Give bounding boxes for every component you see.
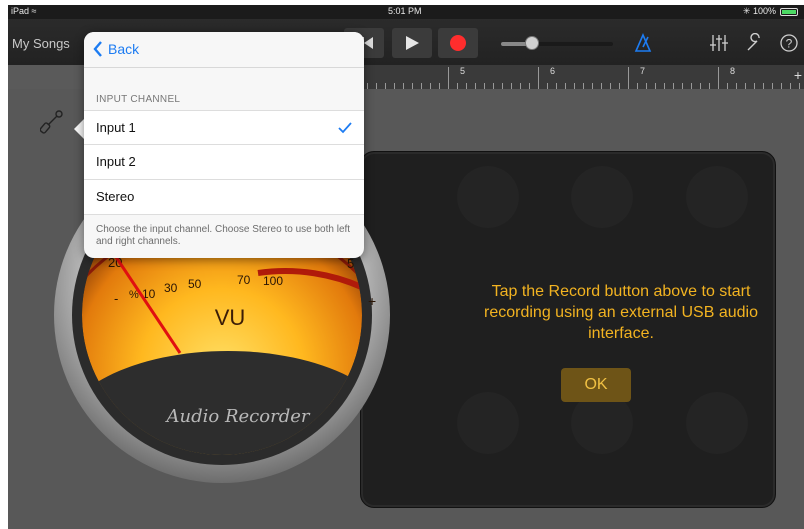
- help-button[interactable]: ?: [776, 31, 802, 55]
- ruler-tick: [448, 67, 449, 89]
- status-device: iPad ≈: [11, 6, 37, 16]
- metronome-icon: [634, 33, 652, 52]
- volume-slider[interactable]: [501, 36, 613, 50]
- panel-pad: [457, 166, 519, 228]
- battery-fill: [782, 10, 796, 14]
- play-button[interactable]: [392, 28, 432, 58]
- ipad-screen: iPad ≈ 5:01 PM ✳ 100% My Songs ? 5 6 7 8…: [8, 5, 804, 529]
- my-songs-button[interactable]: My Songs: [12, 36, 70, 51]
- chevron-left-icon: [93, 41, 102, 57]
- volume-knob[interactable]: [525, 36, 540, 50]
- meter-scale-label: 30: [164, 281, 178, 295]
- guitar-cable-icon: [39, 110, 63, 134]
- meter-scale-label: 70: [237, 273, 251, 287]
- ruler-tick: [718, 67, 719, 89]
- option-stereo[interactable]: Stereo: [84, 180, 364, 215]
- status-bar: iPad ≈ 5:01 PM ✳ 100%: [8, 5, 804, 19]
- back-label: Back: [108, 41, 140, 57]
- wrench-icon: [747, 33, 760, 51]
- record-icon: [450, 35, 466, 51]
- input-settings-button[interactable]: [39, 109, 64, 140]
- meter-scale-label: 50: [188, 277, 202, 291]
- panel-pad: [571, 166, 633, 228]
- panel-pad: [686, 392, 748, 454]
- settings-button[interactable]: [742, 31, 768, 55]
- meter-scale-label: 100: [263, 274, 283, 288]
- timeline-ruler[interactable]: 4 5 6 7 8 +: [354, 65, 804, 90]
- record-instructions: Tap the Record button above to start rec…: [484, 283, 758, 342]
- option-label: Input 1: [96, 120, 136, 135]
- option-input-1[interactable]: Input 1: [84, 110, 364, 145]
- ruler-bar-number: 7: [640, 66, 646, 76]
- screenshot-frame: iPad ≈ 5:01 PM ✳ 100% My Songs ? 5 6 7 8…: [0, 0, 804, 529]
- ok-button[interactable]: OK: [561, 368, 631, 402]
- panel-pad: [686, 166, 748, 228]
- svg-text:?: ?: [786, 37, 793, 51]
- meter-vu-label: VU: [215, 305, 246, 330]
- status-battery-text: ✳ 100%: [742, 6, 776, 16]
- popover-arrow: [74, 119, 84, 139]
- popover-footer: Choose the input channel. Choose Stereo …: [96, 224, 351, 247]
- meter-top-label-right: 5: [347, 256, 354, 271]
- battery-icon: [780, 8, 798, 16]
- wifi-icon: ≈: [31, 6, 37, 16]
- option-input-2[interactable]: Input 2: [84, 145, 364, 180]
- ruler-bar-number: 8: [730, 66, 736, 76]
- add-section-button[interactable]: +: [794, 67, 802, 83]
- status-time: 5:01 PM: [388, 6, 422, 16]
- input-channel-popover: Back INPUT CHANNEL Input 1 Input 2 Stere…: [84, 32, 364, 258]
- play-icon: [406, 36, 419, 50]
- meter-minus-sign: -: [114, 291, 118, 306]
- ruler-tick: [628, 67, 629, 89]
- mixer-icon: [710, 35, 728, 51]
- checkmark-icon: [338, 122, 352, 134]
- ruler-bar-number: 5: [460, 66, 466, 76]
- mixer-button[interactable]: [706, 31, 732, 55]
- option-label: Input 2: [96, 154, 136, 169]
- record-button[interactable]: [438, 28, 478, 58]
- ruler-bar-number: 6: [550, 66, 556, 76]
- bluetooth-icon: ✳: [742, 6, 751, 16]
- metronome-button[interactable]: [630, 31, 656, 55]
- audio-recorder-label: Audio Recorder: [165, 406, 311, 427]
- popover-nav-bar: Back: [84, 32, 364, 68]
- meter-plus-sign: +: [368, 293, 376, 309]
- help-icon: ?: [780, 34, 798, 52]
- panel-pad: [457, 392, 519, 454]
- section-header: INPUT CHANNEL: [96, 94, 181, 105]
- ruler-tick: [538, 67, 539, 89]
- option-label: Stereo: [96, 189, 135, 204]
- back-button[interactable]: Back: [92, 40, 139, 58]
